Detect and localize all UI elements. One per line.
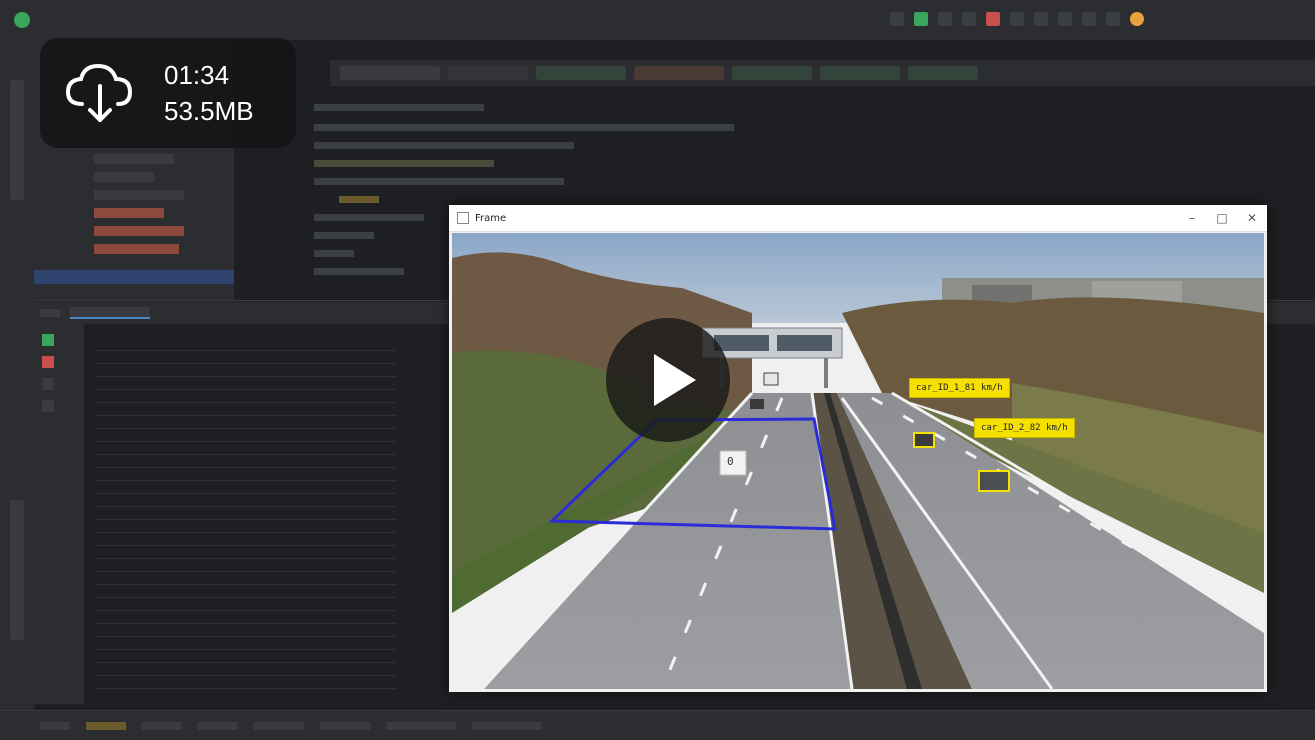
close-icon[interactable]: ✕: [1237, 211, 1267, 225]
video-file-size: 53.5MB: [164, 96, 254, 126]
toolbar-icons: [890, 12, 1144, 26]
detection-label: car_ID_1_81 km/h: [909, 378, 1010, 398]
cloud-download-icon: [65, 63, 133, 122]
frame-title: Frame: [475, 212, 507, 224]
run-toolbar: [34, 324, 84, 704]
highway-scene: [452, 233, 1264, 689]
play-button[interactable]: [606, 318, 730, 442]
video-duration: 01:34: [164, 60, 230, 90]
video-frame: 0 car_ID_1_81 km/h car_ID_2_82 km/h: [452, 233, 1264, 689]
frame-window[interactable]: Frame – □ ✕ 0 car_ID_1_81 km/h car_ID_2_…: [449, 205, 1267, 692]
ide-titlebar: [0, 0, 1315, 41]
zone-marker-label: 0: [727, 455, 734, 468]
maximize-icon[interactable]: □: [1207, 211, 1237, 225]
frame-app-icon: [457, 212, 469, 224]
console-output: [96, 338, 396, 698]
detection-label: car_ID_2_82 km/h: [974, 418, 1075, 438]
minimize-icon[interactable]: –: [1177, 211, 1207, 225]
play-icon: [654, 354, 696, 406]
app-logo-icon: [14, 12, 30, 28]
editor-tabbar: [330, 60, 1315, 86]
tool-window-strip: [0, 40, 35, 715]
frame-titlebar: Frame – □ ✕: [449, 205, 1267, 232]
status-bar: [0, 710, 1315, 740]
download-badge[interactable]: 01:34 53.5MB: [40, 38, 296, 148]
